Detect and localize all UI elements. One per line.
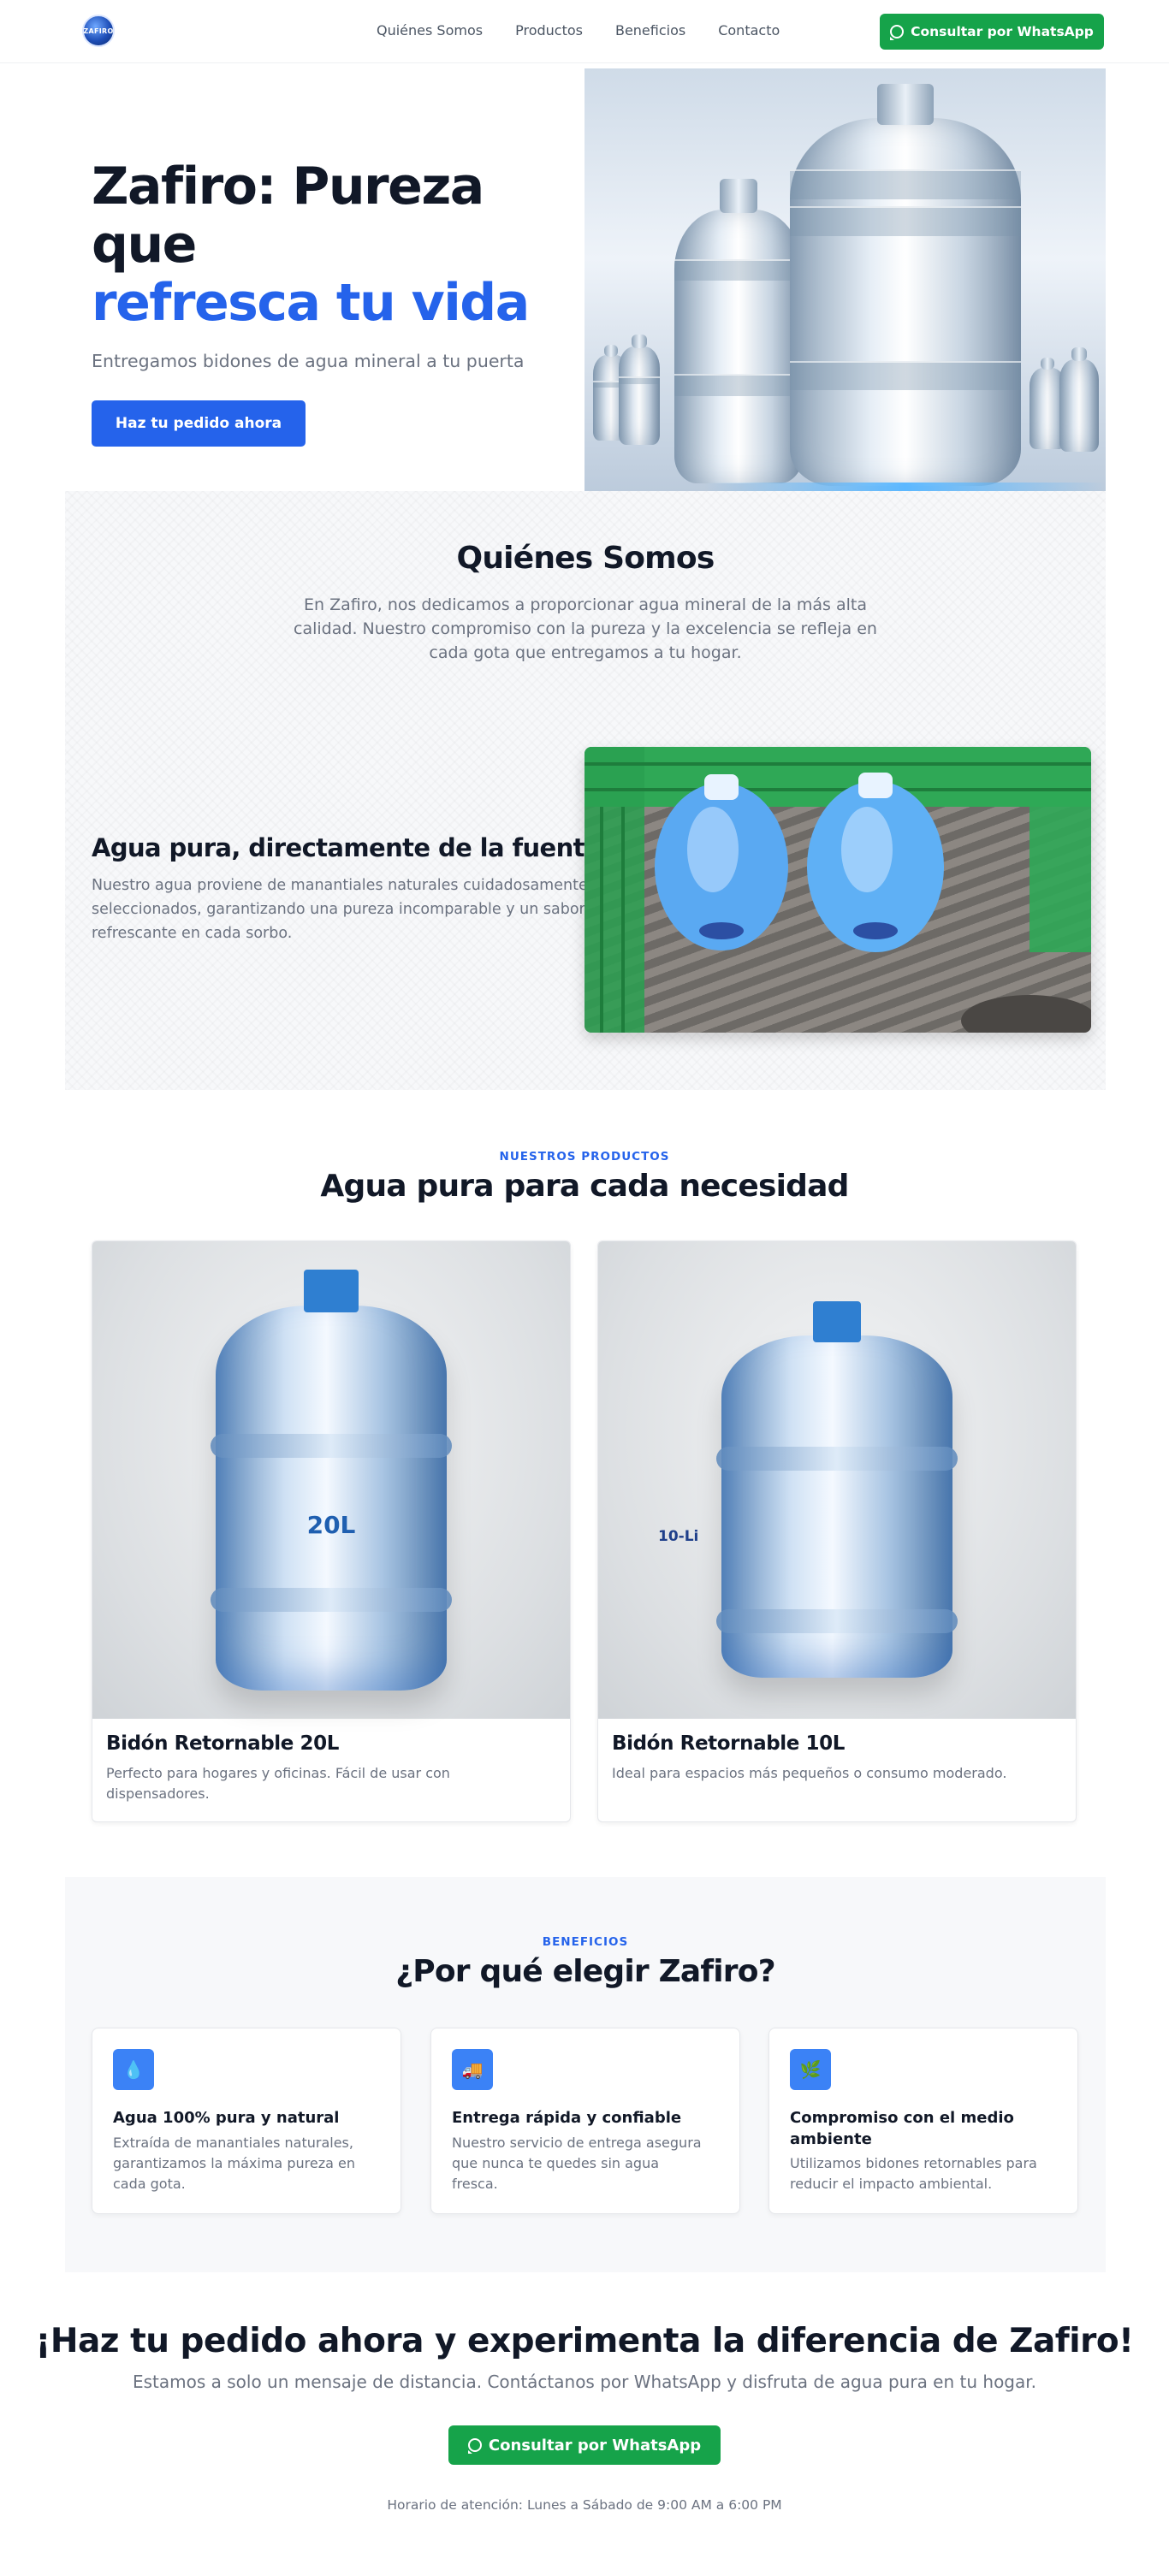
product-name: Bidón Retornable 10L xyxy=(612,1732,846,1755)
whatsapp-icon xyxy=(890,25,905,40)
water-drop-icon: 💧 xyxy=(113,2049,154,2090)
product-image-label: 10-Li xyxy=(658,1528,699,1545)
hero-title-line1: Zafiro: Pureza que xyxy=(92,157,484,275)
hero-order-button[interactable]: Haz tu pedido ahora xyxy=(92,400,306,447)
nav-link-productos[interactable]: Productos xyxy=(515,21,583,40)
about-subtext: Nuestro agua proviene de manantiales nat… xyxy=(92,877,588,942)
product-image-10l: 10-Li xyxy=(598,1241,1076,1719)
about-title: Quiénes Somos xyxy=(456,541,715,576)
business-hours: Horario de atención: Lunes a Sábado de 9… xyxy=(387,2497,782,2513)
whatsapp-icon xyxy=(467,2438,482,2454)
products-section: NUESTROS PRODUCTOS Agua pura para cada n… xyxy=(0,1090,1169,1877)
product-description: Ideal para espacios más pequeños o consu… xyxy=(612,1765,1007,1781)
hero-section: Zafiro: Pureza que refresca tu vida Entr… xyxy=(0,63,1169,491)
about-section: Quiénes Somos En Zafiro, nos dedicamos a… xyxy=(65,491,1106,1090)
main-nav: Quiénes Somos Productos Beneficios Conta… xyxy=(377,21,812,40)
crates-and-jugs-illustration xyxy=(584,747,1091,1033)
jug-illustration xyxy=(619,335,660,445)
cta-subtitle: Estamos a solo un mensaje de distancia. … xyxy=(132,2372,1036,2392)
products-eyebrow: NUESTROS PRODUCTOS xyxy=(499,1150,670,1164)
cta-title: ¡Haz tu pedido ahora y experimenta la di… xyxy=(35,2322,1134,2360)
product-description: Perfecto para hogares y oficinas. Fácil … xyxy=(106,1765,450,1802)
hero-text: Zafiro: Pureza que refresca tu vida Entr… xyxy=(92,157,588,447)
benefit-description: Extraída de manantiales naturales, garan… xyxy=(113,2135,355,2192)
header-whatsapp-button[interactable]: Consultar por WhatsApp xyxy=(880,14,1104,50)
jug-illustration xyxy=(790,84,1021,486)
benefits-eyebrow: BENEFICIOS xyxy=(542,1935,629,1949)
leaf-icon: 🌿 xyxy=(790,2049,831,2090)
header-whatsapp-label: Consultar por WhatsApp xyxy=(911,24,1094,39)
about-image-jugs-crates xyxy=(584,747,1091,1033)
benefits-section: BENEFICIOS ¿Por qué elegir Zafiro? 💧 Agu… xyxy=(65,1877,1106,2272)
nav-link-quienes-somos[interactable]: Quiénes Somos xyxy=(377,21,483,40)
jug-illustration xyxy=(1059,347,1099,452)
product-image-label: 20L xyxy=(306,1511,356,1539)
benefit-title: Compromiso con el medio ambiente xyxy=(790,2109,1014,2148)
benefit-card-delivery: 🚚 Entrega rápida y confiable Nuestro ser… xyxy=(430,2028,740,2214)
benefit-card-environment: 🌿 Compromiso con el medio ambiente Utili… xyxy=(768,2028,1078,2214)
cta-whatsapp-label: Consultar por WhatsApp xyxy=(488,2436,702,2455)
jug-illustration xyxy=(716,1301,958,1678)
benefit-title: Agua 100% pura y natural xyxy=(113,2109,340,2127)
product-name: Bidón Retornable 20L xyxy=(106,1732,340,1755)
benefit-description: Utilizamos bidones retornables para redu… xyxy=(790,2155,1037,2192)
zafiro-logo[interactable]: ZAFIRO xyxy=(82,15,115,47)
jug-illustration: 20L xyxy=(211,1270,452,1691)
benefit-card-pure-water: 💧 Agua 100% pura y natural Extraída de m… xyxy=(92,2028,401,2214)
site-header: ZAFIRO Quiénes Somos Productos Beneficio… xyxy=(0,0,1169,63)
products-title: Agua pura para cada necesidad xyxy=(320,1169,849,1204)
hero-title-accent: refresca tu vida xyxy=(92,273,530,333)
benefit-title: Entrega rápida y confiable xyxy=(452,2109,682,2127)
benefit-description: Nuestro servicio de entrega asegura que … xyxy=(452,2135,702,2192)
truck-icon: 🚚 xyxy=(452,2049,493,2090)
product-card-20l[interactable]: 20L Bidón Retornable 20L Perfecto para h… xyxy=(92,1241,571,1822)
cta-section: ¡Haz tu pedido ahora y experimenta la di… xyxy=(0,2272,1169,2576)
product-card-10l[interactable]: 10-Li Bidón Retornable 10L Ideal para es… xyxy=(597,1241,1077,1822)
nav-link-beneficios[interactable]: Beneficios xyxy=(615,21,685,40)
nav-link-contacto[interactable]: Contacto xyxy=(718,21,780,40)
hero-image-water-jugs xyxy=(584,68,1106,491)
cta-whatsapp-button[interactable]: Consultar por WhatsApp xyxy=(448,2425,721,2465)
hero-title: Zafiro: Pureza que refresca tu vida xyxy=(92,157,588,332)
about-subtitle: Agua pura, directamente de la fuente xyxy=(92,833,602,862)
benefits-title: ¿Por qué elegir Zafiro? xyxy=(395,1954,775,1989)
product-image-20l: 20L xyxy=(92,1241,570,1719)
jug-illustration xyxy=(674,179,803,483)
hero-subtitle: Entregamos bidones de agua mineral a tu … xyxy=(92,351,525,371)
about-text: En Zafiro, nos dedicamos a proporcionar … xyxy=(294,595,877,662)
hero-glow xyxy=(704,483,1106,491)
